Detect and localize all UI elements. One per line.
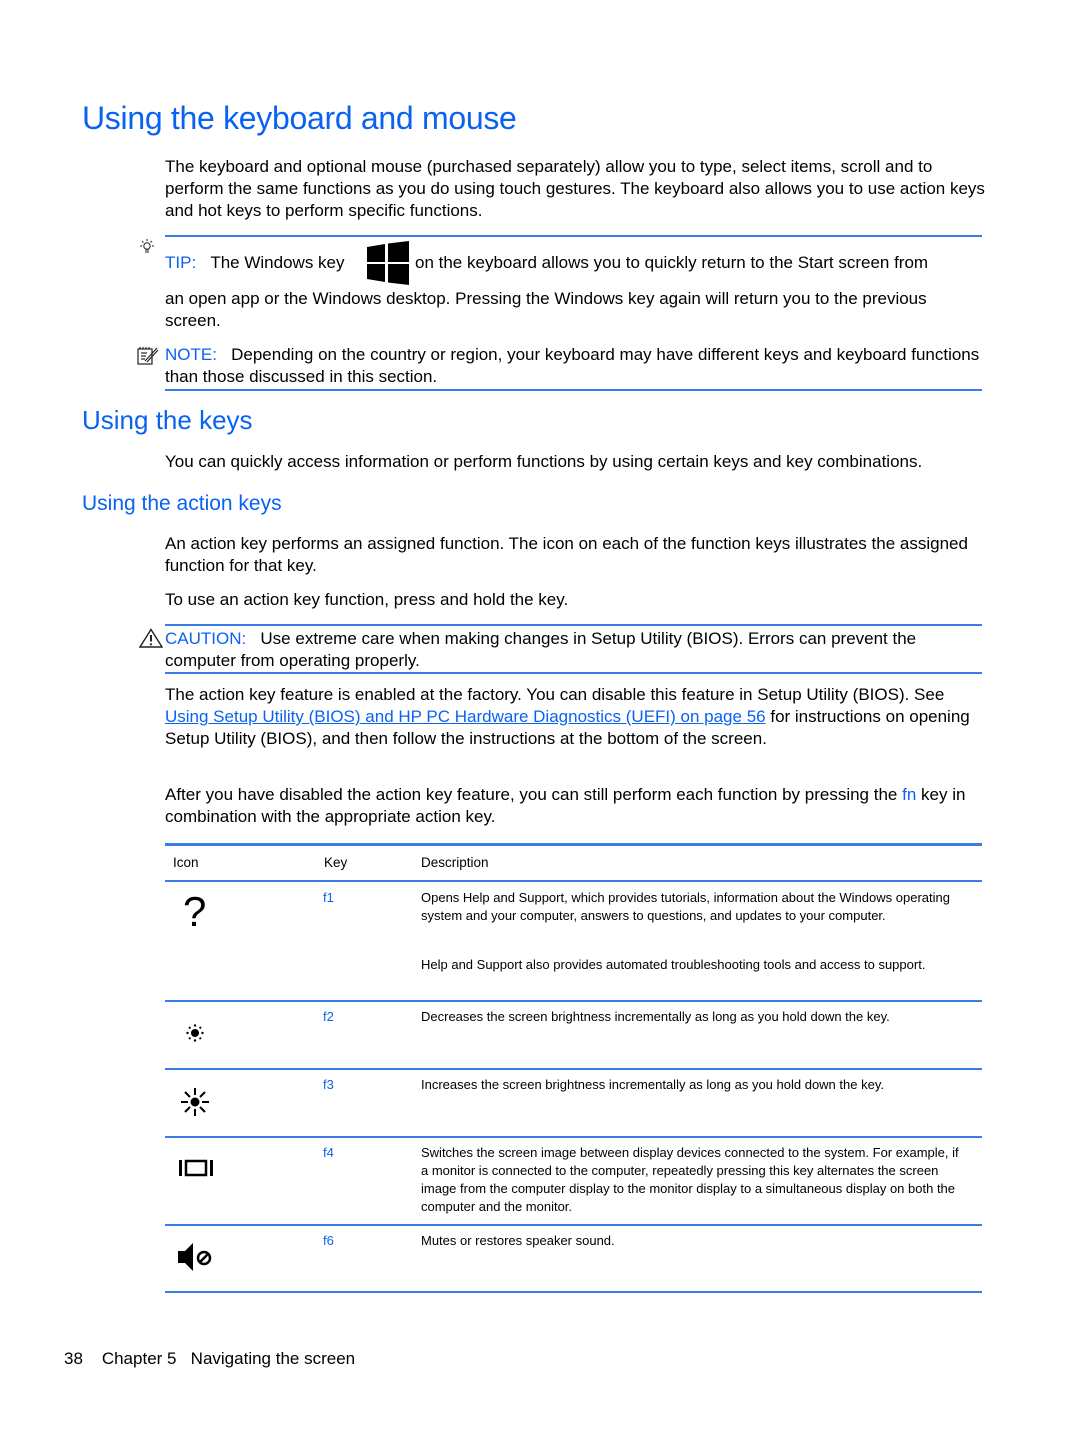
note-text: Depending on the country or region, your… <box>165 345 980 386</box>
chapter-label: Chapter 5 <box>101 1349 177 1368</box>
tip-text-before: The Windows key <box>210 253 345 272</box>
action-key-paragraph: An action key performs an assigned funct… <box>165 534 968 575</box>
switch-display-icon <box>179 1159 213 1177</box>
page-title: Using the keyboard and mouse <box>82 100 517 136</box>
row-divider <box>165 1224 982 1226</box>
note-label: NOTE: <box>165 345 217 364</box>
row-divider <box>165 1000 982 1002</box>
warning-triangle-icon <box>139 628 163 648</box>
caution-bottom-rule <box>165 672 982 674</box>
brightness-up-icon <box>181 1088 209 1116</box>
row-divider <box>165 1136 982 1138</box>
description-f2: Decreases the screen brightness incremen… <box>421 1009 890 1024</box>
mute-icon <box>178 1243 212 1271</box>
row-divider <box>165 1068 982 1070</box>
table-header-rule <box>165 880 982 882</box>
page-number: 38 <box>64 1349 83 1368</box>
description-f1-a: Opens Help and Support, which provides t… <box>421 890 950 923</box>
table-bottom-rule <box>165 1291 982 1293</box>
key-f2: f2 <box>323 1009 334 1024</box>
caution-text: Use extreme care when making changes in … <box>165 629 917 670</box>
key-f4: f4 <box>323 1145 334 1160</box>
note-pencil-icon <box>137 347 159 365</box>
bios-paragraph: The action key feature is enabled at the… <box>165 684 985 750</box>
description-f4: Switches the screen image between displa… <box>421 1145 959 1214</box>
fn-text-before: After you have disabled the action key f… <box>165 785 898 804</box>
tip-line: TIP: The Windows key <box>165 252 345 274</box>
description-f1-b: Help and Support also provides automated… <box>421 957 926 972</box>
action-key-usage: To use an action key function, press and… <box>165 590 569 609</box>
subsection-title: Using the action keys <box>82 492 282 515</box>
fn-paragraph: After you have disabled the action key f… <box>165 784 985 828</box>
description-f3: Increases the screen brightness incremen… <box>421 1077 884 1092</box>
section-paragraph: You can quickly access information or pe… <box>165 452 923 471</box>
key-f3: f3 <box>323 1077 334 1092</box>
lightbulb-icon <box>140 239 154 253</box>
description-f6: Mutes or restores speaker sound. <box>421 1233 615 1248</box>
tip-label: TIP: <box>165 253 197 272</box>
chapter-title: Navigating the screen <box>190 1349 356 1368</box>
table-header-key: Key <box>324 855 348 870</box>
bios-link[interactable]: Using Setup Utility (BIOS) and HP PC Har… <box>165 707 766 726</box>
tip-text-after: on the keyboard allows you to quickly re… <box>415 253 929 272</box>
note-bottom-rule <box>165 389 982 391</box>
section-title: Using the keys <box>82 405 253 435</box>
intro-paragraph: The keyboard and optional mouse (purchas… <box>165 157 985 220</box>
windows-logo-icon <box>367 241 409 285</box>
brightness-down-icon <box>186 1024 204 1042</box>
fn-key: fn <box>902 785 917 804</box>
page-footer: 38 Chapter 5 Navigating the screen <box>64 1349 355 1369</box>
key-f1: f1 <box>323 890 334 905</box>
caution-top-rule <box>165 624 982 626</box>
table-header-icon: Icon <box>173 855 199 870</box>
table-header-description: Description <box>421 855 489 870</box>
tip-continued: an open app or the Windows desktop. Pres… <box>165 289 927 330</box>
note-paragraph: NOTE: Depending on the country or region… <box>165 344 985 388</box>
caution-paragraph: CAUTION: Use extreme care when making ch… <box>165 628 985 672</box>
table-top-rule <box>165 843 982 846</box>
question-mark-icon: ? <box>183 888 207 935</box>
caution-label: CAUTION: <box>165 629 247 648</box>
key-f6: f6 <box>323 1233 334 1248</box>
tip-top-rule <box>165 235 982 237</box>
bios-text-before: The action key feature is enabled at the… <box>165 685 945 704</box>
